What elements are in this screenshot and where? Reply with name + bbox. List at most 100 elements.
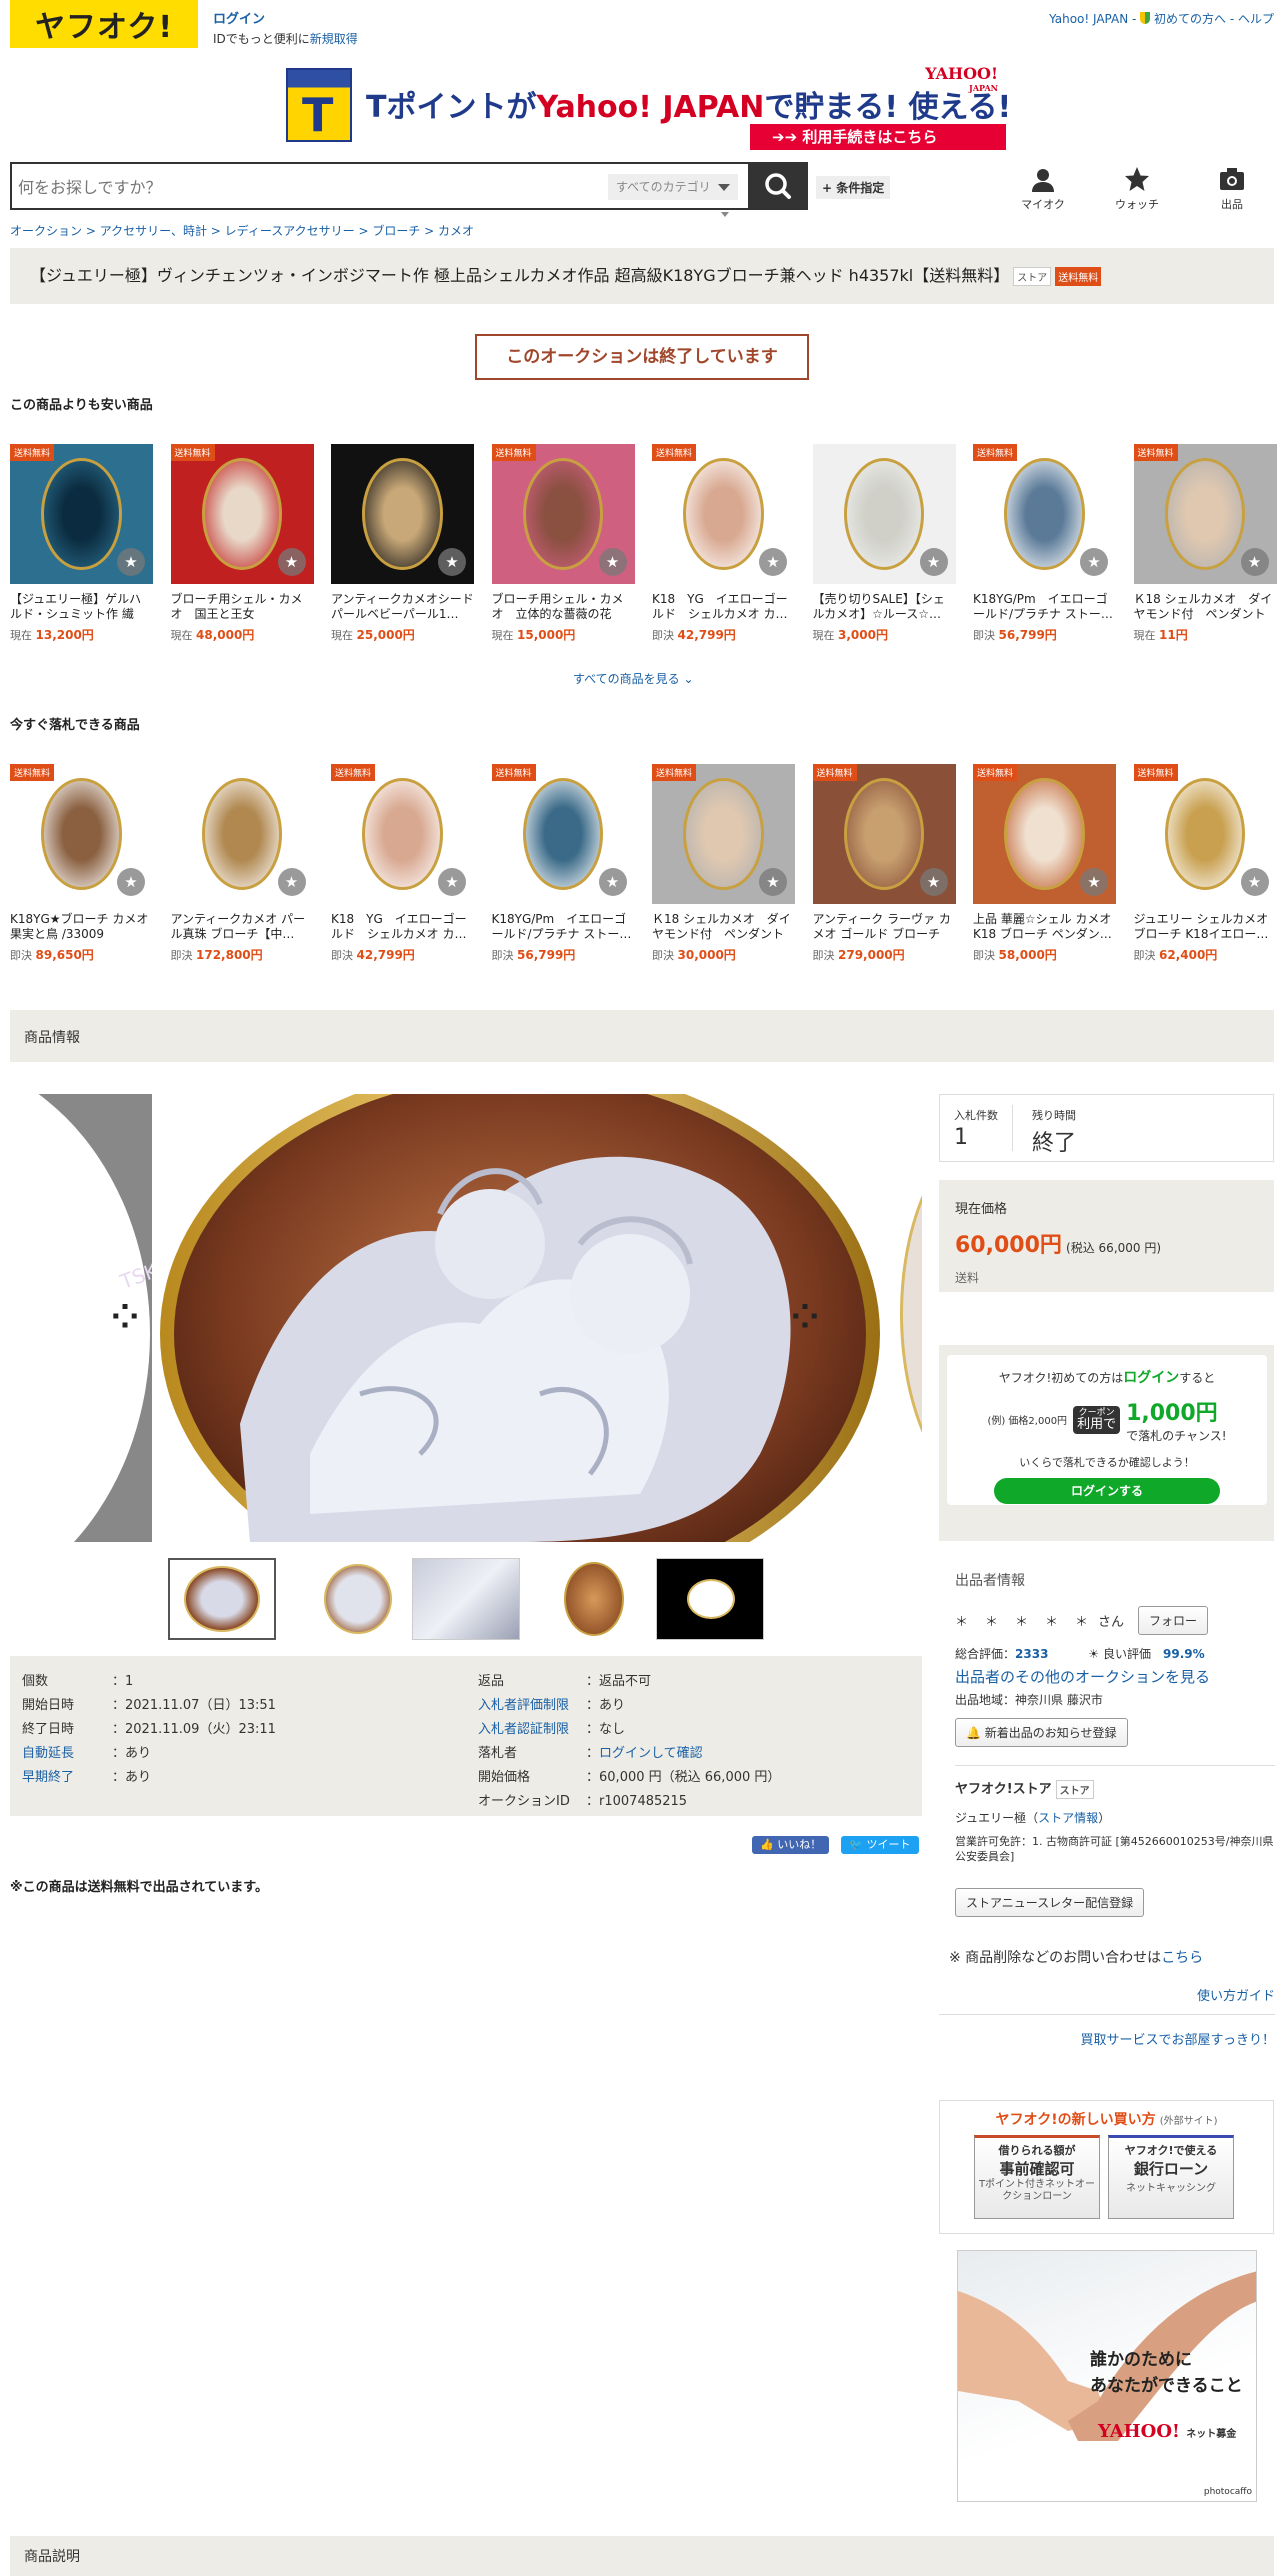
product-image[interactable]: ★ (331, 444, 474, 584)
follow-button[interactable]: フォロー (1138, 1606, 1209, 1635)
product-image[interactable]: 送料無料 ★ (1133, 444, 1277, 584)
detail-key[interactable]: 早期終了 (22, 1766, 112, 1785)
detail-key[interactable]: 自動延長 (22, 1742, 112, 1761)
guide-link[interactable]: 使い方ガイド (1197, 1989, 1275, 2004)
yahoo-japan-link[interactable]: Yahoo! JAPAN (1049, 12, 1128, 26)
thumbnail[interactable] (412, 1558, 520, 1640)
category-select[interactable]: すべてのカテゴリ (608, 174, 738, 200)
product-image[interactable]: 送料無料 ★ (491, 764, 635, 904)
product-name[interactable]: アンティークカメオシードパールベビーパール1… (331, 592, 474, 622)
product-card[interactable]: 送料無料 ★ K18YG★ブローチ カメオ 果実と鳥 /33009 即決 89,650… (10, 764, 153, 963)
notify-button[interactable]: 🔔 新着出品のお知らせ登録 (955, 1718, 1128, 1747)
product-card[interactable]: ★ 【売り切りSALE】【シェルカメオ】☆ルース☆… 現在 3,000円 (812, 444, 956, 643)
watch-star-icon[interactable]: ★ (598, 548, 627, 576)
product-name[interactable]: アンティークカメオ パール真珠 ブローチ【中… (171, 912, 314, 942)
gallery-next-arrow[interactable]: ⁘ (790, 1299, 820, 1335)
product-image[interactable]: 送料無料 ★ (331, 764, 474, 904)
login-button[interactable]: ログインする (994, 1478, 1220, 1504)
product-name[interactable]: ジュエリー シェルカメオ ブローチ K18イエロー… (1134, 912, 1277, 942)
product-name[interactable]: ブローチ用シェル・カメオ 立体的な薔薇の花 (492, 592, 635, 622)
detail-value[interactable]: ログインして確認 (599, 1746, 703, 1761)
login-link[interactable]: ログイン (213, 12, 265, 27)
watch-star-icon[interactable]: ★ (598, 868, 627, 896)
seller-name[interactable]: ＊ ＊ ＊ ＊ ＊ (955, 1611, 1090, 1630)
product-name[interactable]: K18YG/Pm イエローゴールド/プラチナ ストー… (973, 592, 1116, 622)
product-image[interactable]: ★ (812, 444, 956, 584)
product-name[interactable]: Ｋ18 シェルカメオ ダイヤモンド付 ペンダント (1134, 592, 1277, 622)
main-item-image[interactable] (160, 1094, 882, 1542)
gallery-prev-arrow[interactable]: ⁘ (110, 1299, 140, 1335)
product-name[interactable]: 上品 華麗☆シェル カメオ K18 ブローチ ペンダン… (973, 912, 1116, 942)
product-card[interactable]: 送料無料 ★ ブローチ用シェル・カメオ 国王と王女 現在 48,000円 (170, 444, 314, 643)
watch-star-icon[interactable]: ★ (1240, 548, 1269, 576)
product-image[interactable]: ★ (170, 764, 314, 904)
product-image[interactable]: 送料無料 ★ (973, 764, 1116, 904)
thumbnail[interactable] (168, 1558, 276, 1640)
store-info-link[interactable]: ストア情報 (1038, 1811, 1098, 1825)
watchlist-button[interactable]: ウォッチ (1107, 166, 1167, 212)
product-image[interactable]: 送料無料 ★ (652, 444, 795, 584)
product-card[interactable]: 送料無料 ★ K18 YG イエローゴールド シェルカメオ カ… 即決 42,799円 (331, 764, 474, 963)
watch-star-icon[interactable]: ★ (1240, 868, 1269, 896)
breadcrumb-link[interactable]: カメオ (438, 224, 474, 238)
product-image[interactable]: 送料無料 ★ (812, 764, 956, 904)
product-card[interactable]: ★ アンティークカメオ パール真珠 ブローチ【中… 即決 172,800円 (170, 764, 314, 963)
tpoint-banner[interactable]: T TポイントがYahoo! JAPANで貯まる! 使える! YAHOO! JAP… (286, 64, 1011, 152)
breadcrumb-link[interactable]: アクセサリー、時計 (100, 224, 207, 238)
product-card[interactable]: 送料無料 ★ Ｋ18 シェルカメオ ダイヤモンド付 ペンダント 即決 30,000円 (652, 764, 795, 963)
breadcrumb-link[interactable]: ブローチ (372, 224, 420, 238)
sell-button[interactable]: 出品 (1202, 166, 1262, 212)
product-card[interactable]: 送料無料 ★ アンティーク ラーヴァ カメオ ゴールド ブローチ 即決 279,000… (812, 764, 956, 963)
loan-card-2[interactable]: ヤフオク!で使える 銀行ローン ネットキャッシング (1108, 2135, 1234, 2219)
register-link[interactable]: 新規取得 (310, 32, 358, 46)
product-image[interactable]: 送料無料 ★ (491, 444, 635, 584)
newsletter-button[interactable]: ストアニュースレター配信登録 (955, 1888, 1145, 1917)
inquiry-link[interactable]: こちら (1161, 1950, 1203, 1966)
product-card[interactable]: 送料無料 ★ Ｋ18 シェルカメオ ダイヤモンド付 ペンダント 現在 11円 (1133, 444, 1277, 643)
product-card[interactable]: 送料無料 ★ 上品 華麗☆シェル カメオ K18 ブローチ ペンダン… 即決 58,0… (973, 764, 1116, 963)
product-card[interactable]: 送料無料 ★ K18YG/Pm イエローゴールド/プラチナ ストー… 即決 56,79… (973, 444, 1116, 643)
watch-star-icon[interactable]: ★ (1080, 868, 1108, 896)
product-card[interactable]: 送料無料 ★ K18YG/Pm イエローゴールド/プラチナ ストー… 即決 56,79… (491, 764, 635, 963)
gallery-next-image[interactable] (890, 1094, 922, 1542)
watch-star-icon[interactable]: ★ (438, 868, 466, 896)
watch-star-icon[interactable]: ★ (919, 868, 948, 896)
watch-star-icon[interactable]: ★ (759, 868, 787, 896)
product-name[interactable]: ブローチ用シェル・カメオ 国王と王女 (171, 592, 314, 622)
watch-star-icon[interactable]: ★ (277, 548, 306, 576)
watch-star-icon[interactable]: ★ (117, 548, 145, 576)
product-card[interactable]: 送料無料 ★ 【ジュエリー極】ゲルハルド・シュミット作 繊細… 現在 13,200円 (10, 444, 153, 643)
product-name[interactable]: 【ジュエリー極】ゲルハルド・シュミット作 繊細… (10, 592, 153, 622)
banner-signup-button[interactable]: ➔➔ 利用手続きはこちら (750, 124, 1006, 150)
facebook-like-button[interactable]: 👍 いいね！ (752, 1836, 830, 1854)
detail-key[interactable]: 入札者評価制限 (478, 1694, 586, 1713)
good-rating-link[interactable]: 99.9% (1163, 1647, 1205, 1661)
watch-star-icon[interactable]: ★ (759, 548, 787, 576)
product-name[interactable]: Ｋ18 シェルカメオ ダイヤモンド付 ペンダント (652, 912, 795, 942)
product-name[interactable]: K18 YG イエローゴールド シェルカメオ カ… (652, 592, 795, 622)
rating-link[interactable]: 2333 (1015, 1647, 1048, 1661)
product-image[interactable]: 送料無料 ★ (170, 444, 314, 584)
thumbnail[interactable] (540, 1558, 648, 1640)
beginner-link[interactable]: 初めての方へ (1154, 12, 1226, 26)
detail-key[interactable]: 入札者認証制限 (478, 1718, 586, 1737)
product-card[interactable]: 送料無料 ★ ブローチ用シェル・カメオ 立体的な薔薇の花 現在 15,000円 (491, 444, 635, 643)
product-card[interactable]: 送料無料 ★ ジュエリー シェルカメオ ブローチ K18イエロー… 即決 62,400… (1133, 764, 1277, 963)
product-image[interactable]: 送料無料 ★ (10, 764, 153, 904)
service-link[interactable]: 買取サービスでお部屋すっきり！ (1081, 2033, 1275, 2048)
watch-star-icon[interactable]: ★ (919, 548, 948, 576)
watch-star-icon[interactable]: ★ (277, 868, 306, 896)
product-image[interactable]: 送料無料 ★ (10, 444, 153, 584)
watch-star-icon[interactable]: ★ (117, 868, 145, 896)
breadcrumb-link[interactable]: オークション (10, 224, 82, 238)
product-name[interactable]: K18YG/Pm イエローゴールド/プラチナ ストー… (492, 912, 635, 942)
product-image[interactable]: 送料無料 ★ (652, 764, 795, 904)
see-all-link[interactable]: すべての商品を見る ⌄ (573, 670, 694, 687)
loan-card-1[interactable]: 借りられる額が 事前確認可 Tポイント付きネットオークションローン (974, 2135, 1100, 2219)
product-card[interactable]: 送料無料 ★ K18 YG イエローゴールド シェルカメオ カ… 即決 42,799円 (652, 444, 795, 643)
search-input[interactable] (18, 172, 598, 202)
product-name[interactable]: アンティーク ラーヴァ カメオ ゴールド ブローチ (813, 912, 956, 942)
watch-star-icon[interactable]: ★ (1080, 548, 1108, 576)
breadcrumb-link[interactable]: レディースアクセサリー (225, 224, 355, 238)
search-button[interactable] (748, 162, 808, 210)
